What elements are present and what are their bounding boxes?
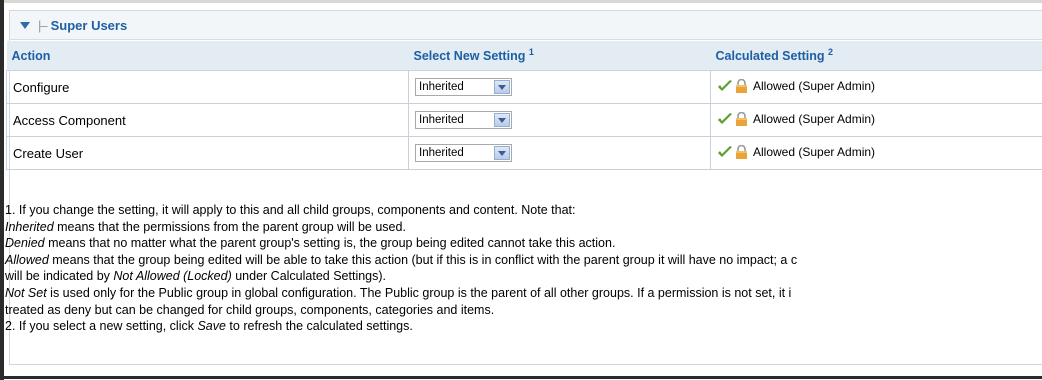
setting-select-value: Inherited — [419, 81, 464, 93]
left-border — [0, 0, 4, 380]
permissions-table: Action Select New Setting 1 Calculated S… — [6, 41, 1042, 170]
calculated-value: Allowed (Super Admin) — [753, 111, 876, 126]
action-cell: Access Component — [6, 103, 409, 137]
lock-icon — [736, 78, 747, 93]
setting-select-value: Inherited — [419, 114, 464, 126]
calculated-cell: Allowed (Super Admin) — [710, 136, 1042, 170]
note-line: treated as deny but can be changed for c… — [5, 302, 495, 317]
check-icon — [718, 145, 732, 157]
top-border — [0, 0, 1042, 3]
permissions-frame: |– Super Users Action Select New Setting… — [0, 0, 1042, 380]
note-line: Not Set is used only for the Public grou… — [5, 285, 792, 300]
calculated-cell: Allowed (Super Admin) — [710, 70, 1042, 104]
action-cell: Create User — [6, 136, 409, 170]
note-line: Denied means that no matter what the par… — [5, 236, 616, 251]
header-action: Action — [6, 41, 409, 71]
setting-select[interactable]: Inherited — [415, 78, 512, 96]
lock-icon — [736, 111, 747, 126]
note-line: Allowed means that the group being edite… — [5, 252, 798, 267]
tree-line-icon: |– — [38, 17, 48, 33]
setting-cell: Inherited — [408, 103, 711, 137]
action-cell: Configure — [6, 70, 409, 104]
note-line: 1. If you change the setting, it will ap… — [5, 203, 576, 217]
check-icon — [718, 79, 732, 91]
bottom-border — [0, 376, 1042, 379]
setting-select[interactable]: Inherited — [415, 144, 512, 162]
panel-header[interactable]: |– Super Users — [10, 11, 1042, 40]
header-calculated: Calculated Setting 2 — [710, 41, 1042, 71]
setting-select[interactable]: Inherited — [415, 111, 512, 129]
setting-select-value: Inherited — [419, 147, 464, 159]
dropdown-arrow-icon[interactable] — [494, 80, 510, 94]
calculated-cell: Allowed (Super Admin) — [710, 103, 1042, 137]
table-row: Access Component Inherited Allowed (Supe… — [6, 103, 1042, 137]
header-select-new: Select New Setting 1 — [408, 41, 711, 71]
expand-arrow-icon[interactable] — [20, 21, 30, 29]
calculated-value: Allowed (Super Admin) — [753, 144, 876, 159]
note-line: will be indicated by Not Allowed (Locked… — [5, 269, 387, 284]
check-icon — [718, 112, 732, 124]
note-line: Inherited means that the permissions fro… — [5, 219, 406, 234]
dropdown-arrow-icon[interactable] — [494, 146, 510, 160]
setting-cell: Inherited — [408, 70, 711, 104]
table-row: Configure Inherited Allowed (Super Admin… — [6, 70, 1042, 104]
note-line: 2. If you select a new setting, click Sa… — [5, 319, 413, 334]
dropdown-arrow-icon[interactable] — [494, 113, 510, 127]
lock-icon — [736, 144, 747, 159]
calculated-value: Allowed (Super Admin) — [753, 78, 876, 93]
table-header-row: Action Select New Setting 1 Calculated S… — [6, 41, 1042, 71]
setting-cell: Inherited — [408, 136, 711, 170]
table-row: Create User Inherited Allowed (Super Adm… — [6, 136, 1042, 170]
panel-title[interactable]: Super Users — [51, 18, 128, 33]
notes-block: 1. If you change the setting, it will ap… — [5, 202, 1042, 335]
